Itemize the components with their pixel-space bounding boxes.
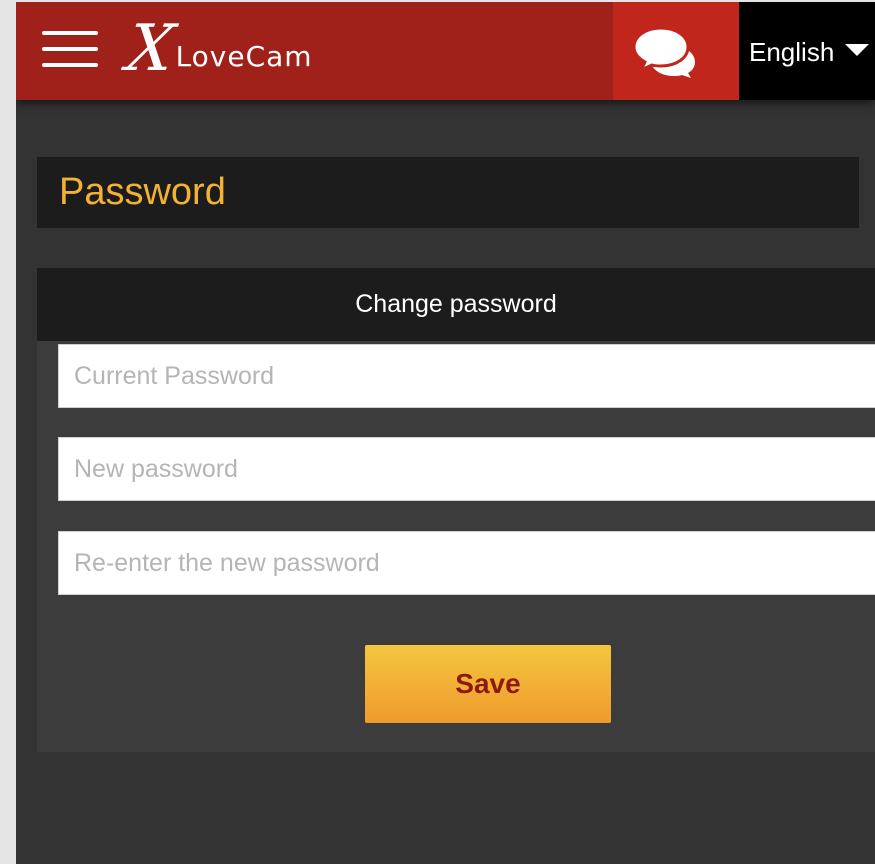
chat-button[interactable]	[613, 2, 739, 100]
page-title: Password	[59, 171, 226, 213]
change-password-panel: Change password Save	[37, 268, 875, 752]
confirm-password-input[interactable]	[58, 531, 875, 595]
top-bar: X LoveCam English	[16, 2, 875, 100]
site-logo[interactable]: X LoveCam	[123, 12, 313, 90]
language-selector[interactable]: English	[739, 2, 875, 100]
language-label: English	[749, 37, 835, 67]
hamburger-menu-icon[interactable]	[42, 30, 98, 68]
new-password-input[interactable]	[58, 437, 875, 501]
page-title-bar: Password	[37, 157, 859, 228]
app-frame: X LoveCam English Password Change passwo…	[16, 2, 875, 864]
panel-heading: Change password	[37, 268, 875, 341]
current-password-input[interactable]	[58, 344, 875, 408]
save-button[interactable]: Save	[365, 645, 611, 723]
caret-down-icon	[845, 44, 869, 56]
logo-mark: X	[122, 12, 179, 86]
chat-bubbles-icon	[633, 26, 695, 78]
logo-wordmark: LoveCam	[175, 39, 313, 73]
